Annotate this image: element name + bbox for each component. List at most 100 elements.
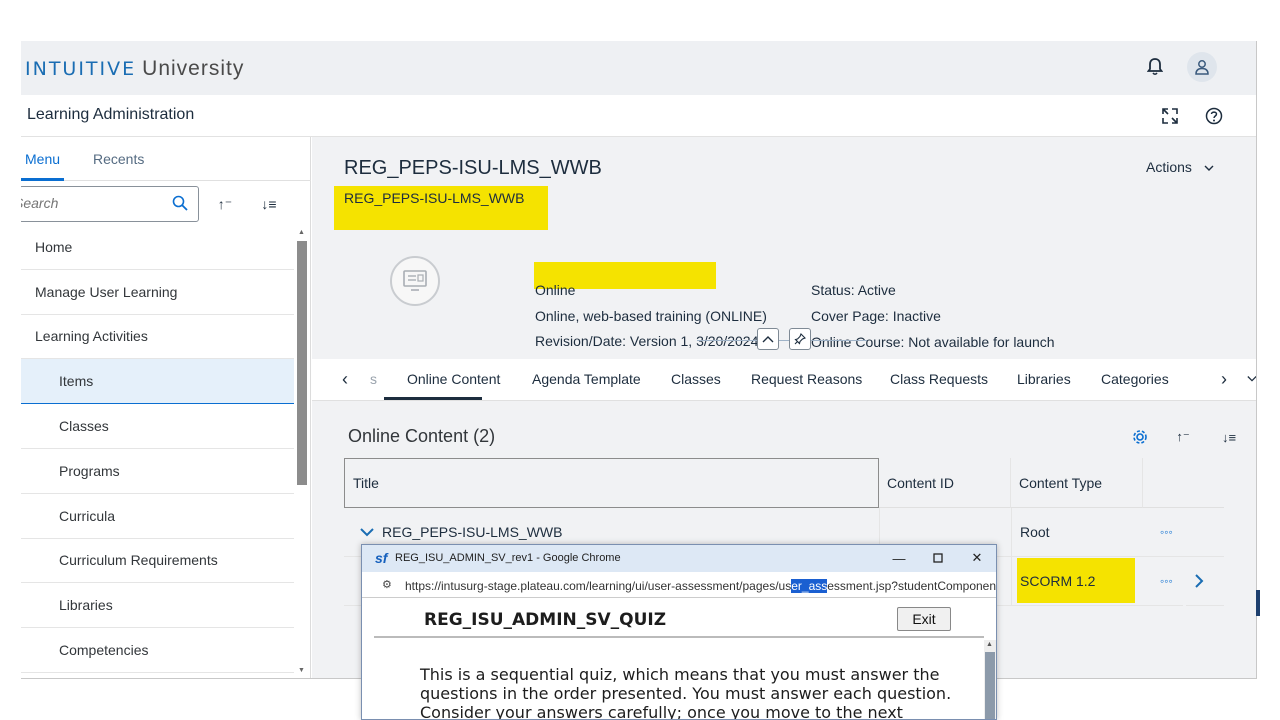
tab-request-reasons[interactable]: Request Reasons <box>751 371 862 387</box>
chevron-down-icon[interactable] <box>360 524 374 540</box>
delivery-method: Online <box>535 282 576 298</box>
scroll-up-arrow-icon[interactable]: ▲ <box>986 641 993 648</box>
settings-icon[interactable] <box>1128 426 1152 448</box>
tab-recents[interactable]: Recents <box>93 151 144 167</box>
popup-scrollbar[interactable]: ▲ <box>984 640 996 719</box>
sort-ascending-icon[interactable]: ↑⁻ <box>1171 426 1195 448</box>
popup-url[interactable]: https://intusurg-stage.plateau.com/learn… <box>405 579 996 593</box>
search-input[interactable] <box>21 195 154 211</box>
quiz-instructions: This is a sequential quiz, which means t… <box>420 665 952 720</box>
row-more-button[interactable]: ◦◦◦ <box>1143 508 1224 557</box>
online-course: Online Course: Not available for launch <box>811 334 1055 350</box>
sidebar-item-classes[interactable]: Classes <box>21 404 294 449</box>
tabs-overflow-icon[interactable] <box>1247 367 1256 391</box>
sidebar-item-home[interactable]: Home <box>21 225 294 270</box>
popup-address-bar[interactable]: ⚙ https://intusurg-stage.plateau.com/lea… <box>362 572 996 598</box>
object-header: REG_PEPS-ISU-LMS_WWB REG_PEPS-ISU-LMS_WW… <box>312 137 1256 359</box>
site-settings-icon[interactable]: ⚙ <box>382 578 392 591</box>
revision-date: Revision/Date: Version 1, 3/20/2024 <box>535 333 759 349</box>
tab-classes[interactable]: Classes <box>671 371 721 387</box>
object-subtitle: REG_PEPS-ISU-LMS_WWB <box>344 190 525 206</box>
tab-class-requests[interactable]: Class Requests <box>890 371 988 387</box>
close-icon[interactable]: ✕ <box>968 549 986 567</box>
chevron-right-icon[interactable] <box>1186 557 1224 606</box>
sidebar-item-curricula[interactable]: Curricula <box>21 494 294 539</box>
object-tabs: ‹ s Online Content Agenda Template Class… <box>312 359 1256 401</box>
sidebar-item-items[interactable]: Items <box>21 359 294 405</box>
sidebar-tabs: Menu Recents <box>21 137 311 181</box>
search-icon[interactable] <box>172 195 188 216</box>
tab-libraries[interactable]: Libraries <box>1017 371 1071 387</box>
sidebar-item-manage-user-learning[interactable]: Manage User Learning <box>21 270 294 315</box>
divider <box>697 340 867 341</box>
tab-online-content[interactable]: Online Content <box>407 371 500 387</box>
row-content-type: SCORM 1.2 <box>1011 557 1143 606</box>
chevron-up-icon <box>762 336 774 343</box>
collapse-header-button[interactable] <box>757 328 779 350</box>
sort-descending-icon[interactable]: ↓≡ <box>257 193 281 215</box>
status: Status: Active <box>811 282 896 298</box>
tab-categories[interactable]: Categories <box>1101 371 1169 387</box>
column-header-content-type[interactable]: Content Type <box>1011 458 1143 508</box>
maximize-icon[interactable] <box>929 549 947 567</box>
actions-label: Actions <box>1146 159 1192 175</box>
chevron-down-icon <box>1204 159 1214 175</box>
active-tab-indicator <box>21 178 64 181</box>
search-field[interactable] <box>21 186 199 222</box>
section-title: Online Content (2) <box>348 426 496 446</box>
column-header-content-id[interactable]: Content ID <box>879 458 1011 508</box>
pin-header-button[interactable] <box>789 328 811 350</box>
shell-bar: INTUITIVE University <box>21 41 1256 95</box>
object-title: REG_PEPS-ISU-LMS_WWB <box>344 157 602 179</box>
tab-agenda-template[interactable]: Agenda Template <box>532 371 641 387</box>
product-name: University <box>142 57 245 80</box>
sort-descending-icon[interactable]: ↓≡ <box>1217 426 1241 448</box>
sort-ascending-icon[interactable]: ↑⁻ <box>213 193 237 215</box>
monitor-icon <box>390 256 440 306</box>
pin-icon <box>794 333 806 345</box>
page-title: Learning Administration <box>27 106 195 123</box>
sidebar-item-curriculum-requirements[interactable]: Curriculum Requirements <box>21 539 294 584</box>
scroll-up-arrow-icon[interactable]: ▲ <box>298 229 305 236</box>
fullscreen-icon[interactable] <box>1158 104 1182 128</box>
sidebar: Menu Recents ↑⁻ ↓≡ Home Manage User Lear… <box>21 137 311 678</box>
user-avatar-icon[interactable] <box>1187 52 1217 82</box>
url-part: https://intusurg-stage.plateau.com/learn… <box>405 579 792 593</box>
notifications-bell-icon[interactable] <box>1145 58 1165 78</box>
minimize-icon[interactable]: — <box>890 549 908 567</box>
scrollbar-thumb[interactable] <box>985 652 995 719</box>
url-part: essment.jsp?studentComponen <box>827 579 997 593</box>
column-header-title[interactable]: Title <box>344 458 879 508</box>
exit-button[interactable]: Exit <box>897 607 951 631</box>
sf-logo-icon: sf <box>375 550 388 566</box>
scrollbar-thumb[interactable] <box>297 241 307 485</box>
popup-titlebar[interactable]: sf REG_ISU_ADMIN_SV_rev1 - Google Chrome… <box>362 545 996 572</box>
sidebar-scrollbar[interactable]: ▲ ▼ <box>296 229 308 678</box>
quiz-header: REG_ISU_ADMIN_SV_QUIZ Exit <box>374 600 984 638</box>
sidebar-item-libraries[interactable]: Libraries <box>21 583 294 629</box>
popup-window-title: REG_ISU_ADMIN_SV_rev1 - Google Chrome <box>395 552 621 564</box>
tab-truncated[interactable]: s <box>370 371 377 387</box>
brand-name: INTUITIVE <box>25 58 137 80</box>
tabs-prev-icon[interactable]: ‹ <box>334 367 356 391</box>
item-type: Online, web-based training (ONLINE) <box>535 308 767 324</box>
actions-button[interactable]: Actions <box>1146 159 1214 175</box>
row-more-button[interactable]: ◦◦◦ <box>1143 557 1183 606</box>
logo[interactable]: INTUITIVE University <box>25 57 244 81</box>
sidebar-item-programs[interactable]: Programs <box>21 449 294 494</box>
tab-menu[interactable]: Menu <box>25 151 60 167</box>
sidebar-menu: Home Manage User Learning Learning Activ… <box>21 225 294 673</box>
tabs-next-icon[interactable]: › <box>1213 367 1235 391</box>
quiz-title: REG_ISU_ADMIN_SV_QUIZ <box>424 610 667 630</box>
row-content-type: Root <box>1011 508 1143 557</box>
cover-page: Cover Page: Inactive <box>811 308 941 324</box>
row-title: REG_PEPS-ISU-LMS_WWB <box>382 524 563 540</box>
edge-mark <box>1256 590 1260 616</box>
active-tab-indicator <box>384 397 482 400</box>
column-header-actions <box>1143 458 1224 508</box>
sidebar-item-learning-activities[interactable]: Learning Activities <box>21 315 294 360</box>
quiz-popup-window: sf REG_ISU_ADMIN_SV_rev1 - Google Chrome… <box>361 544 997 720</box>
scroll-down-arrow-icon[interactable]: ▼ <box>298 667 305 674</box>
sidebar-item-competencies[interactable]: Competencies <box>21 628 294 673</box>
help-icon[interactable] <box>1202 104 1226 128</box>
